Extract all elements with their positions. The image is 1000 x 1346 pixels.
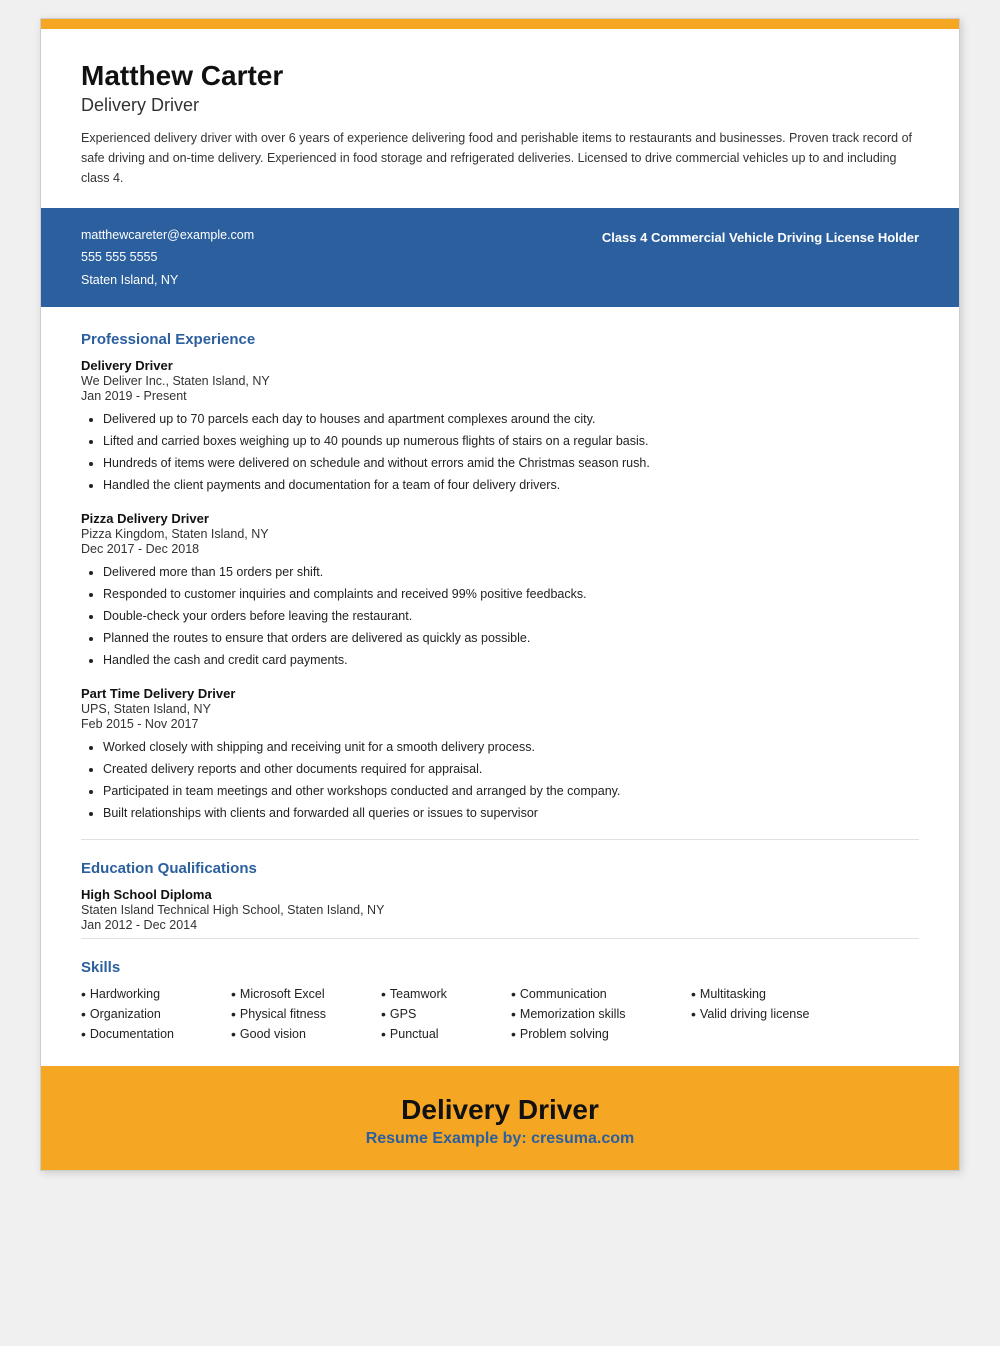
summary-text: Experienced delivery driver with over 6 … — [81, 128, 919, 188]
divider-2 — [81, 938, 919, 939]
skill-microsoft-excel: • Microsoft Excel — [231, 986, 381, 1002]
bullet-icon: • — [691, 986, 696, 1002]
education-section-title: Education Qualifications — [81, 860, 919, 877]
contact-left: matthewcareter@example.com 555 555 5555 … — [81, 224, 254, 292]
contact-location: Staten Island, NY — [81, 269, 254, 292]
footer-subtitle-text: Resume Example by: — [366, 1130, 527, 1147]
skill-documentation: • Documentation — [81, 1026, 231, 1042]
footer-subtitle: Resume Example by: cresuma.com — [81, 1130, 919, 1148]
skill-gps: • GPS — [381, 1006, 511, 1022]
footer-banner: Delivery Driver Resume Example by: cresu… — [41, 1066, 959, 1170]
bullet-3-1: Worked closely with shipping and receivi… — [103, 737, 919, 757]
contact-email: matthewcareter@example.com — [81, 224, 254, 247]
job-entry-1: Delivery Driver We Deliver Inc., Staten … — [81, 358, 919, 495]
bullet-icon: • — [511, 1026, 516, 1042]
skill-problem-solving: • Problem solving — [511, 1026, 691, 1042]
job-title-3: Part Time Delivery Driver — [81, 686, 919, 701]
bullet-2-4: Planned the routes to ensure that orders… — [103, 628, 919, 648]
top-border-decoration — [41, 19, 959, 29]
bullet-icon: • — [81, 1026, 86, 1042]
bullet-3-3: Participated in team meetings and other … — [103, 781, 919, 801]
job-bullets-2: Delivered more than 15 orders per shift.… — [103, 562, 919, 670]
job-dates-3: Feb 2015 - Nov 2017 — [81, 717, 919, 731]
header-section: Matthew Carter Delivery Driver Experienc… — [41, 29, 959, 208]
job-title-1: Delivery Driver — [81, 358, 919, 373]
skills-section-title: Skills — [81, 959, 919, 976]
divider-1 — [81, 839, 919, 840]
candidate-name: Matthew Carter — [81, 59, 919, 93]
body-section: Professional Experience Delivery Driver … — [41, 307, 959, 1066]
footer-brand: cresuma.com — [531, 1130, 634, 1147]
bullet-icon: • — [381, 986, 386, 1002]
skill-hardworking: • Hardworking — [81, 986, 231, 1002]
bullet-2-1: Delivered more than 15 orders per shift. — [103, 562, 919, 582]
bullet-1-2: Lifted and carried boxes weighing up to … — [103, 431, 919, 451]
job-company-2: Pizza Kingdom, Staten Island, NY — [81, 527, 919, 541]
contact-phone: 555 555 5555 — [81, 246, 254, 269]
bullet-icon: • — [81, 1006, 86, 1022]
bullet-icon: • — [511, 986, 516, 1002]
bullet-3-2: Created delivery reports and other docum… — [103, 759, 919, 779]
bullet-1-3: Hundreds of items were delivered on sche… — [103, 453, 919, 473]
edu-school-1: Staten Island Technical High School, Sta… — [81, 903, 919, 917]
skill-valid-license: • Valid driving license — [691, 1006, 861, 1022]
skill-punctual: • Punctual — [381, 1026, 511, 1042]
skill-teamwork: • Teamwork — [381, 986, 511, 1002]
footer-title: Delivery Driver — [81, 1094, 919, 1126]
bullet-2-3: Double-check your orders before leaving … — [103, 606, 919, 626]
bullet-icon: • — [381, 1026, 386, 1042]
job-dates-1: Jan 2019 - Present — [81, 389, 919, 403]
bullet-icon: • — [691, 1006, 696, 1022]
bullet-2-2: Responded to customer inquiries and comp… — [103, 584, 919, 604]
skill-physical-fitness: • Physical fitness — [231, 1006, 381, 1022]
job-entry-3: Part Time Delivery Driver UPS, Staten Is… — [81, 686, 919, 823]
edu-dates-1: Jan 2012 - Dec 2014 — [81, 918, 919, 932]
bullet-icon: • — [231, 986, 236, 1002]
skills-grid: • Hardworking • Microsoft Excel • Teamwo… — [81, 986, 919, 1042]
bullet-3-4: Built relationships with clients and for… — [103, 803, 919, 823]
job-entry-2: Pizza Delivery Driver Pizza Kingdom, Sta… — [81, 511, 919, 670]
job-company-3: UPS, Staten Island, NY — [81, 702, 919, 716]
bullet-icon: • — [81, 986, 86, 1002]
skill-memorization: • Memorization skills — [511, 1006, 691, 1022]
bullet-icon: • — [231, 1006, 236, 1022]
education-entry-1: High School Diploma Staten Island Techni… — [81, 887, 919, 932]
bullet-icon: • — [381, 1006, 386, 1022]
page-wrapper: Matthew Carter Delivery Driver Experienc… — [0, 0, 1000, 1346]
bullet-1-1: Delivered up to 70 parcels each day to h… — [103, 409, 919, 429]
experience-section-title: Professional Experience — [81, 331, 919, 348]
resume-card: Matthew Carter Delivery Driver Experienc… — [40, 18, 960, 1171]
job-bullets-1: Delivered up to 70 parcels each day to h… — [103, 409, 919, 495]
job-dates-2: Dec 2017 - Dec 2018 — [81, 542, 919, 556]
skill-multitasking: • Multitasking — [691, 986, 861, 1002]
skill-good-vision: • Good vision — [231, 1026, 381, 1042]
candidate-title: Delivery Driver — [81, 95, 919, 116]
skill-organization: • Organization — [81, 1006, 231, 1022]
job-company-1: We Deliver Inc., Staten Island, NY — [81, 374, 919, 388]
contact-badge: Class 4 Commercial Vehicle Driving Licen… — [602, 224, 919, 249]
bullet-icon: • — [511, 1006, 516, 1022]
job-title-2: Pizza Delivery Driver — [81, 511, 919, 526]
edu-degree-1: High School Diploma — [81, 887, 919, 902]
bullet-icon: • — [231, 1026, 236, 1042]
skill-communication: • Communication — [511, 986, 691, 1002]
bullet-2-5: Handled the cash and credit card payment… — [103, 650, 919, 670]
contact-bar: matthewcareter@example.com 555 555 5555 … — [41, 208, 959, 308]
job-bullets-3: Worked closely with shipping and receivi… — [103, 737, 919, 823]
bullet-1-4: Handled the client payments and document… — [103, 475, 919, 495]
